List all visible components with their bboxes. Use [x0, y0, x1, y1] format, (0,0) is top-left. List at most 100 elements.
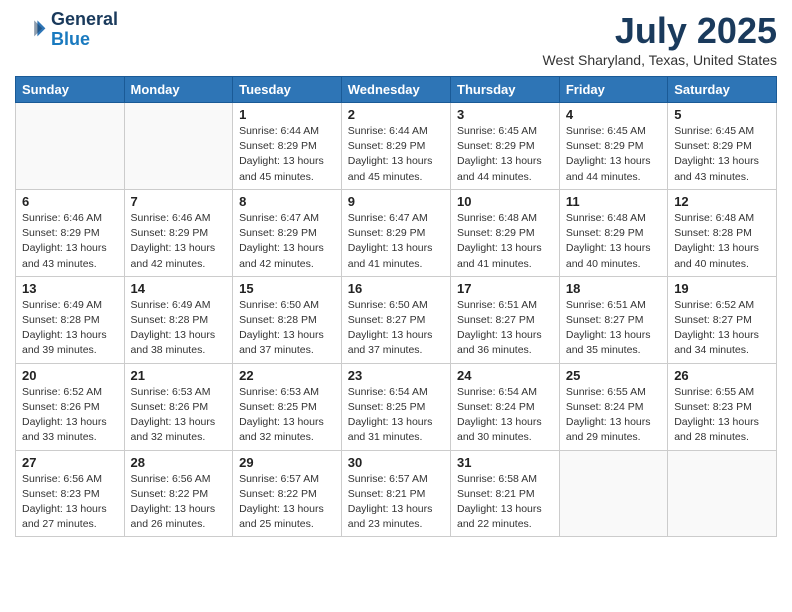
page-header: General Blue July 2025 West Sharyland, T… — [15, 10, 777, 68]
calendar-cell: 24 Sunrise: 6:54 AM Sunset: 8:24 PM Dayli… — [451, 363, 560, 450]
day-info: Sunrise: 6:54 AM Sunset: 8:24 PM Dayligh… — [457, 385, 553, 446]
calendar-cell: 15 Sunrise: 6:50 AM Sunset: 8:28 PM Dayli… — [233, 276, 342, 363]
day-number: 28 — [131, 455, 227, 470]
calendar-cell: 1 Sunrise: 6:44 AM Sunset: 8:29 PM Daylig… — [233, 103, 342, 190]
day-info: Sunrise: 6:45 AM Sunset: 8:29 PM Dayligh… — [457, 124, 553, 185]
day-info: Sunrise: 6:50 AM Sunset: 8:27 PM Dayligh… — [348, 298, 444, 359]
day-info: Sunrise: 6:49 AM Sunset: 8:28 PM Dayligh… — [131, 298, 227, 359]
calendar-cell: 22 Sunrise: 6:53 AM Sunset: 8:25 PM Dayli… — [233, 363, 342, 450]
day-info: Sunrise: 6:53 AM Sunset: 8:26 PM Dayligh… — [131, 385, 227, 446]
calendar-cell: 25 Sunrise: 6:55 AM Sunset: 8:24 PM Dayli… — [559, 363, 667, 450]
logo: General Blue — [15, 10, 118, 50]
day-info: Sunrise: 6:52 AM Sunset: 8:26 PM Dayligh… — [22, 385, 118, 446]
calendar-cell: 2 Sunrise: 6:44 AM Sunset: 8:29 PM Daylig… — [341, 103, 450, 190]
day-info: Sunrise: 6:48 AM Sunset: 8:28 PM Dayligh… — [674, 211, 770, 272]
calendar-cell: 31 Sunrise: 6:58 AM Sunset: 8:21 PM Dayli… — [451, 450, 560, 537]
calendar-cell — [668, 450, 777, 537]
day-number: 8 — [239, 194, 335, 209]
day-number: 1 — [239, 107, 335, 122]
calendar-cell: 6Sunrise: 6:46 AM Sunset: 8:29 PM Daylig… — [16, 189, 125, 276]
calendar-cell — [124, 103, 233, 190]
day-number: 24 — [457, 368, 553, 383]
day-info: Sunrise: 6:48 AM Sunset: 8:29 PM Dayligh… — [566, 211, 661, 272]
calendar-cell: 17 Sunrise: 6:51 AM Sunset: 8:27 PM Dayli… — [451, 276, 560, 363]
calendar-header-row: SundayMondayTuesdayWednesdayThursdayFrid… — [16, 77, 777, 103]
day-info: Sunrise: 6:45 AM Sunset: 8:29 PM Dayligh… — [566, 124, 661, 185]
day-info: Sunrise: 6:49 AM Sunset: 8:28 PM Dayligh… — [22, 298, 118, 359]
calendar-cell: 12 Sunrise: 6:48 AM Sunset: 8:28 PM Dayli… — [668, 189, 777, 276]
calendar-cell — [16, 103, 125, 190]
day-number: 7 — [131, 194, 227, 209]
calendar-cell: 26 Sunrise: 6:55 AM Sunset: 8:23 PM Dayli… — [668, 363, 777, 450]
calendar-cell: 27 Sunrise: 6:56 AM Sunset: 8:23 PM Dayli… — [16, 450, 125, 537]
day-info: Sunrise: 6:46 AM Sunset: 8:29 PM Dayligh… — [131, 211, 227, 272]
day-number: 13 — [22, 281, 118, 296]
day-number: 18 — [566, 281, 661, 296]
week-row-2: 6 Sunrise: 6:46 AM Sunset: 8:29 PM Daylig… — [16, 189, 777, 276]
day-info: Sunrise: 6:57 AM Sunset: 8:21 PM Dayligh… — [348, 472, 444, 533]
day-number: 12 — [674, 194, 770, 209]
day-info: Sunrise: 6:44 AM Sunset: 8:29 PM Dayligh… — [348, 124, 444, 185]
day-number: 19 — [674, 281, 770, 296]
week-row-3: 13 Sunrise: 6:49 AM Sunset: 8:28 PM Dayli… — [16, 276, 777, 363]
day-info: Sunrise: 6:51 AM Sunset: 8:27 PM Dayligh… — [566, 298, 661, 359]
calendar-cell: 7 Sunrise: 6:46 AM Sunset: 8:29 PM Daylig… — [124, 189, 233, 276]
calendar-cell: 3Sunrise: 6:45 AM Sunset: 8:29 PM Daylig… — [451, 103, 560, 190]
day-number: 14 — [131, 281, 227, 296]
day-info: Sunrise: 6:57 AM Sunset: 8:22 PM Dayligh… — [239, 472, 335, 533]
calendar-cell: 23Sunrise: 6:54 AM Sunset: 8:25 PM Dayli… — [341, 363, 450, 450]
logo-icon — [15, 14, 47, 46]
day-number: 26 — [674, 368, 770, 383]
day-info: Sunrise: 6:54 AM Sunset: 8:25 PM Dayligh… — [348, 385, 444, 446]
weekday-header-sunday: Sunday — [16, 77, 125, 103]
calendar-cell: 13 Sunrise: 6:49 AM Sunset: 8:28 PM Dayli… — [16, 276, 125, 363]
day-number: 22 — [239, 368, 335, 383]
day-number: 6 — [22, 194, 118, 209]
calendar-cell: 4 Sunrise: 6:45 AM Sunset: 8:29 PM Daylig… — [559, 103, 667, 190]
week-row-5: 27 Sunrise: 6:56 AM Sunset: 8:23 PM Dayli… — [16, 450, 777, 537]
day-number: 27 — [22, 455, 118, 470]
calendar-cell: 30Sunrise: 6:57 AM Sunset: 8:21 PM Dayli… — [341, 450, 450, 537]
day-info: Sunrise: 6:51 AM Sunset: 8:27 PM Dayligh… — [457, 298, 553, 359]
day-info: Sunrise: 6:47 AM Sunset: 8:29 PM Dayligh… — [348, 211, 444, 272]
day-number: 5 — [674, 107, 770, 122]
day-number: 21 — [131, 368, 227, 383]
day-number: 10 — [457, 194, 553, 209]
day-info: Sunrise: 6:44 AM Sunset: 8:29 PM Dayligh… — [239, 124, 335, 185]
day-info: Sunrise: 6:55 AM Sunset: 8:24 PM Dayligh… — [566, 385, 661, 446]
month-title: July 2025 — [543, 10, 778, 52]
weekday-header-thursday: Thursday — [451, 77, 560, 103]
calendar-cell: 18 Sunrise: 6:51 AM Sunset: 8:27 PM Dayli… — [559, 276, 667, 363]
day-info: Sunrise: 6:45 AM Sunset: 8:29 PM Dayligh… — [674, 124, 770, 185]
calendar-table: SundayMondayTuesdayWednesdayThursdayFrid… — [15, 76, 777, 537]
day-info: Sunrise: 6:53 AM Sunset: 8:25 PM Dayligh… — [239, 385, 335, 446]
calendar-cell: 20 Sunrise: 6:52 AM Sunset: 8:26 PM Dayli… — [16, 363, 125, 450]
calendar-cell: 8Sunrise: 6:47 AM Sunset: 8:29 PM Daylig… — [233, 189, 342, 276]
location-title: West Sharyland, Texas, United States — [543, 52, 778, 68]
day-number: 4 — [566, 107, 661, 122]
day-info: Sunrise: 6:50 AM Sunset: 8:28 PM Dayligh… — [239, 298, 335, 359]
day-info: Sunrise: 6:56 AM Sunset: 8:22 PM Dayligh… — [131, 472, 227, 533]
calendar-cell: 16Sunrise: 6:50 AM Sunset: 8:27 PM Dayli… — [341, 276, 450, 363]
calendar-cell — [559, 450, 667, 537]
day-info: Sunrise: 6:48 AM Sunset: 8:29 PM Dayligh… — [457, 211, 553, 272]
day-info: Sunrise: 6:55 AM Sunset: 8:23 PM Dayligh… — [674, 385, 770, 446]
calendar-cell: 10 Sunrise: 6:48 AM Sunset: 8:29 PM Dayli… — [451, 189, 560, 276]
day-number: 29 — [239, 455, 335, 470]
calendar-cell: 29 Sunrise: 6:57 AM Sunset: 8:22 PM Dayli… — [233, 450, 342, 537]
day-number: 25 — [566, 368, 661, 383]
calendar-cell: 19Sunrise: 6:52 AM Sunset: 8:27 PM Dayli… — [668, 276, 777, 363]
weekday-header-friday: Friday — [559, 77, 667, 103]
week-row-4: 20 Sunrise: 6:52 AM Sunset: 8:26 PM Dayli… — [16, 363, 777, 450]
calendar-cell: 5 Sunrise: 6:45 AM Sunset: 8:29 PM Daylig… — [668, 103, 777, 190]
day-number: 2 — [348, 107, 444, 122]
day-info: Sunrise: 6:58 AM Sunset: 8:21 PM Dayligh… — [457, 472, 553, 533]
calendar-cell: 11Sunrise: 6:48 AM Sunset: 8:29 PM Dayli… — [559, 189, 667, 276]
day-number: 15 — [239, 281, 335, 296]
day-number: 17 — [457, 281, 553, 296]
title-section: July 2025 West Sharyland, Texas, United … — [543, 10, 778, 68]
calendar-cell: 9Sunrise: 6:47 AM Sunset: 8:29 PM Daylig… — [341, 189, 450, 276]
day-info: Sunrise: 6:56 AM Sunset: 8:23 PM Dayligh… — [22, 472, 118, 533]
day-number: 20 — [22, 368, 118, 383]
day-number: 31 — [457, 455, 553, 470]
